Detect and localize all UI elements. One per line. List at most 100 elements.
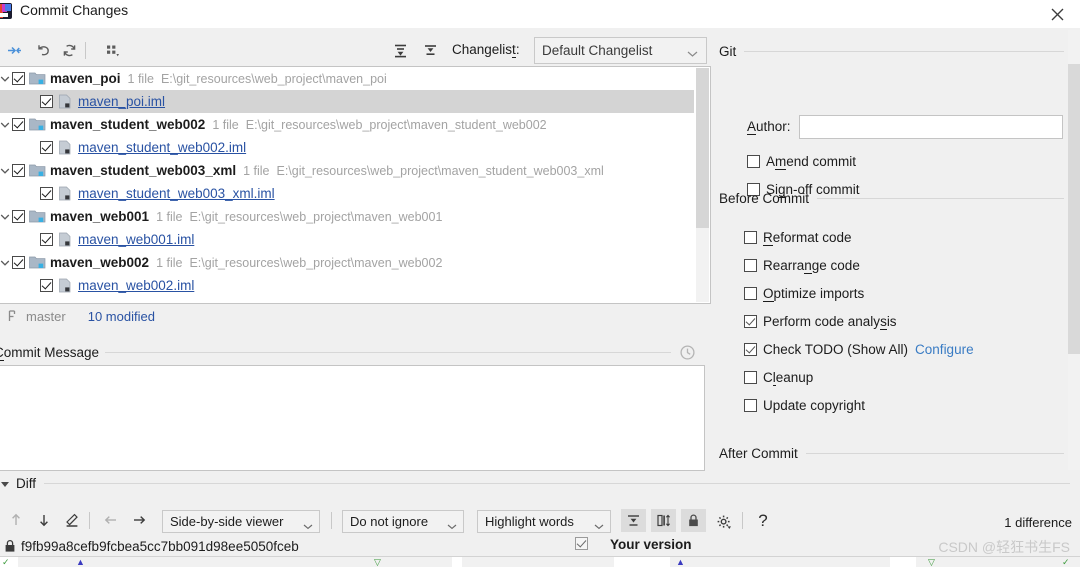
- section-divider: [44, 483, 1070, 484]
- tree-row-checkbox[interactable]: [40, 233, 53, 246]
- tree-row-file[interactable]: maven_student_web003_xml.iml: [0, 182, 694, 205]
- refresh-icon[interactable]: [57, 38, 81, 62]
- sync-scroll-icon[interactable]: [651, 509, 676, 532]
- tree-row-folder[interactable]: maven_poi 1 file E:\git_resources\web_proj…: [0, 67, 694, 90]
- tree-row-folder[interactable]: maven_student_web002 1 file E:\git_resourc…: [0, 113, 694, 136]
- expand-all-icon[interactable]: [388, 38, 412, 62]
- tree-row-checkbox[interactable]: [40, 187, 53, 200]
- tree-row-checkbox[interactable]: [12, 118, 25, 131]
- highlight-mode-dropdown[interactable]: Highlight words: [477, 510, 611, 533]
- tree-row-filename: maven_web002.iml: [78, 278, 195, 293]
- tree-row-file[interactable]: maven_web002.iml: [0, 274, 694, 297]
- tree-row-folder[interactable]: maven_web001 1 file E:\git_resources\web_p…: [0, 205, 694, 228]
- previous-difference-icon[interactable]: [4, 508, 28, 532]
- tree-row-checkbox[interactable]: [12, 210, 25, 223]
- read-only-lock-icon[interactable]: [681, 509, 706, 532]
- tree-row-name: maven_student_web003_xml: [50, 163, 237, 178]
- diff-toolbar-separator: [742, 512, 743, 529]
- your-version-checkbox[interactable]: [575, 537, 588, 550]
- reformat-code-checkbox[interactable]: Reformat code: [744, 228, 852, 246]
- changelist-dropdown[interactable]: Default Changelist: [534, 37, 707, 64]
- tree-row-checkbox[interactable]: [40, 141, 53, 154]
- next-difference-icon[interactable]: [32, 508, 56, 532]
- rollback-icon[interactable]: [31, 38, 55, 62]
- chevron-down-icon[interactable]: [0, 213, 12, 221]
- collapse-all-icon[interactable]: [418, 38, 442, 62]
- tree-row-file[interactable]: maven_student_web002.iml: [0, 136, 694, 159]
- cleanup-checkbox[interactable]: Cleanup: [744, 368, 813, 386]
- collapse-unchanged-icon[interactable]: [621, 509, 646, 532]
- amend-commit-label: Amend commit: [766, 153, 857, 170]
- changelist-label: Changelist:: [452, 42, 520, 58]
- clock-icon[interactable]: [679, 344, 696, 361]
- ignore-mode-dropdown[interactable]: Do not ignore: [342, 510, 464, 533]
- before-commit-section-header: Before Commit: [719, 191, 1064, 206]
- tree-row-filename: maven_student_web003_xml.iml: [78, 186, 275, 201]
- commit-message-title: Commit Message: [0, 345, 99, 361]
- collapse-selection-icon[interactable]: [2, 38, 26, 62]
- edit-source-icon[interactable]: [60, 508, 84, 532]
- commit-message-input[interactable]: [0, 365, 705, 471]
- options-scrollbar[interactable]: [1068, 30, 1080, 470]
- tree-row-checkbox[interactable]: [12, 164, 25, 177]
- check-todo-checkbox[interactable]: Check TODO (Show All) Configure: [744, 340, 974, 358]
- tree-row-checkbox[interactable]: [40, 95, 53, 108]
- tree-row-file-count: 1 file: [127, 71, 154, 86]
- tree-row-folder[interactable]: maven_web002 1 file E:\git_resources\web_p…: [0, 251, 694, 274]
- changelist-value: Default Changelist: [542, 43, 653, 58]
- tree-row-file[interactable]: maven_web001.iml: [0, 228, 694, 251]
- author-label: Author:: [747, 119, 791, 135]
- tree-row-folder[interactable]: maven_student_web003_xml 1 file E:\git_res…: [0, 159, 694, 182]
- changed-files-tree[interactable]: maven_poi 1 file E:\git_resources\web_proj…: [0, 66, 711, 304]
- amend-commit-checkbox[interactable]: Amend commit: [747, 152, 856, 170]
- chevron-down-icon[interactable]: [0, 259, 12, 267]
- configure-link[interactable]: Configure: [915, 342, 974, 357]
- intellij-idea-icon: [0, 2, 14, 20]
- folder-icon: [29, 117, 46, 132]
- tree-row-file-count: 1 file: [212, 117, 239, 132]
- modified-count[interactable]: 10 modified: [88, 309, 155, 324]
- accept-right-icon[interactable]: [127, 508, 151, 532]
- chevron-down-icon[interactable]: [0, 167, 12, 175]
- section-divider: [105, 352, 671, 353]
- diff-section-header[interactable]: Diff: [0, 476, 1074, 491]
- tree-scrollbar[interactable]: [696, 68, 709, 302]
- tree-row-checkbox[interactable]: [40, 279, 53, 292]
- optimize-imports-label: Optimize imports: [763, 285, 865, 302]
- close-button[interactable]: [1034, 0, 1080, 28]
- optimize-imports-checkbox[interactable]: Optimize imports: [744, 284, 864, 302]
- before-commit-section-label: Before Commit: [719, 191, 810, 206]
- collapse-triangle-icon[interactable]: [0, 476, 10, 491]
- tree-row-checkbox[interactable]: [12, 256, 25, 269]
- accept-left-icon[interactable]: [99, 508, 123, 532]
- file-icon: [57, 278, 74, 293]
- update-copyright-checkbox[interactable]: Update copyright: [744, 396, 865, 414]
- settings-gear-icon[interactable]: [712, 510, 736, 534]
- your-version-label: Your version: [610, 537, 692, 552]
- viewer-mode-dropdown[interactable]: Side-by-side viewer: [162, 510, 320, 533]
- chevron-down-icon[interactable]: [0, 75, 12, 83]
- tree-row-file-count: 1 file: [156, 209, 183, 224]
- group-by-icon[interactable]: [100, 38, 124, 62]
- diff-toolbar-separator: [89, 512, 90, 529]
- git-section-label: Git: [719, 44, 737, 59]
- perform-code-analysis-checkbox[interactable]: Perform code analysis: [744, 312, 897, 330]
- lock-icon: [4, 539, 16, 553]
- tree-row-file[interactable]: maven_poi.iml: [0, 90, 694, 113]
- help-icon[interactable]: ?: [751, 508, 775, 532]
- tree-row-path: E:\git_resources\web_project\maven_stude…: [276, 163, 604, 178]
- watermark: CSDN @轻狂书生FS: [938, 539, 1070, 555]
- after-commit-section-label: After Commit: [719, 446, 798, 461]
- rearrange-code-checkbox[interactable]: Rearrange code: [744, 256, 860, 274]
- tree-row-checkbox[interactable]: [12, 72, 25, 85]
- chevron-down-icon[interactable]: [0, 121, 12, 129]
- tree-scrollbar-thumb[interactable]: [696, 68, 709, 228]
- author-input[interactable]: [799, 115, 1063, 139]
- chevron-down-icon: [594, 518, 604, 533]
- update-copyright-label: Update copyright: [763, 397, 866, 413]
- checkbox-box: [744, 314, 757, 328]
- diff-editor-sliver: ✓ ▲ ▽ ▲ ▽ ✓: [0, 556, 1080, 567]
- options-scrollbar-thumb[interactable]: [1068, 64, 1080, 354]
- title-bar: Commit Changes: [0, 0, 1080, 28]
- ignore-mode-value: Do not ignore: [350, 514, 429, 529]
